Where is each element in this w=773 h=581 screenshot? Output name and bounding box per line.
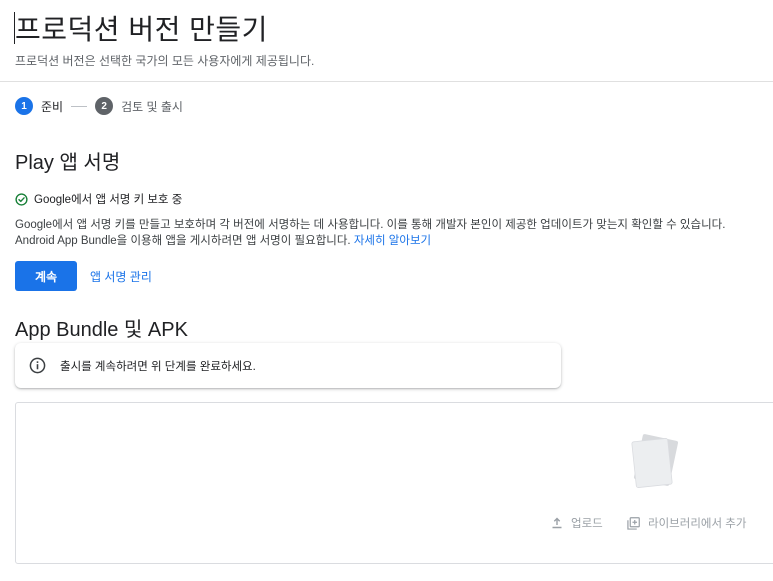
- header-divider: [0, 81, 773, 82]
- step-2-badge[interactable]: 2: [95, 97, 114, 115]
- library-label: 라이브러리에서 추가: [648, 518, 747, 530]
- bundle-illustration-icon: [631, 434, 679, 488]
- continue-button[interactable]: 계속: [15, 261, 77, 291]
- info-text: 출시를 계속하려면 위 단계를 완료하세요.: [60, 360, 256, 373]
- bundle-title: App Bundle 및 APK: [15, 319, 188, 341]
- page-subtitle: 프로덕션 버전은 선택한 국가의 모든 사용자에게 제공됩니다.: [15, 54, 315, 68]
- library-add-icon: [627, 516, 640, 530]
- add-from-library-button[interactable]: 라이브러리에서 추가: [627, 515, 746, 531]
- info-card: 출시를 계속하려면 위 단계를 완료하세요.: [15, 343, 561, 388]
- step-connector: [71, 105, 88, 107]
- bundle-upload-area[interactable]: 업로드 라이브러리에서 추가: [15, 402, 773, 564]
- upload-label: 업로드: [571, 518, 603, 530]
- step-1-label[interactable]: 준비: [41, 98, 63, 115]
- page-title: 프로덕션 버전 만들기: [15, 14, 268, 45]
- manage-signing-link[interactable]: 앱 서명 관리: [90, 268, 152, 285]
- upload-icon: [552, 517, 562, 529]
- learn-more-link[interactable]: 자세히 알아보기: [354, 235, 431, 247]
- info-icon: [29, 357, 46, 374]
- play-signing-title: Play 앱 서명: [15, 152, 121, 174]
- signing-status: Google에서 앱 서명 키 보호 중: [15, 191, 182, 207]
- stepper: 1 준비 2 검토 및 출시: [15, 97, 183, 115]
- step-2-label[interactable]: 검토 및 출시: [121, 98, 183, 115]
- signing-status-text: Google에서 앱 서명 키 보호 중: [34, 194, 183, 206]
- upload-button[interactable]: 업로드: [551, 515, 603, 531]
- step-1-badge[interactable]: 1: [15, 97, 33, 115]
- signing-description: Google에서 앱 서명 키를 만들고 보호하며 각 버전에 서명하는 데 사…: [15, 217, 755, 249]
- check-circle-icon: [15, 192, 28, 206]
